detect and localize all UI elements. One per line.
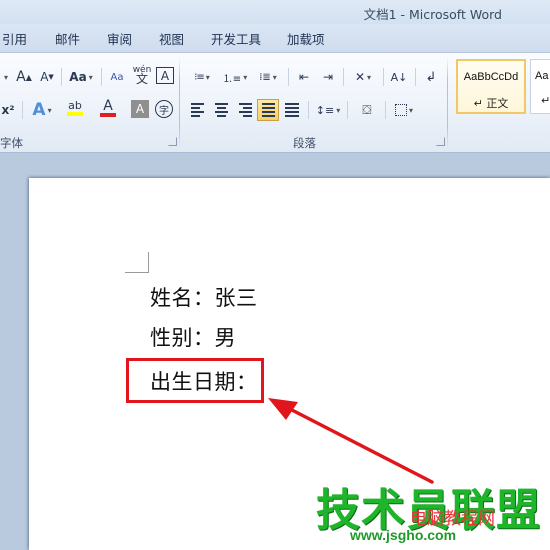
annotation-arrow-icon [268,398,434,484]
watermark-subtitle: 电脑教程网 [410,509,495,529]
watermark-url: www.jsgho.com [350,527,457,543]
